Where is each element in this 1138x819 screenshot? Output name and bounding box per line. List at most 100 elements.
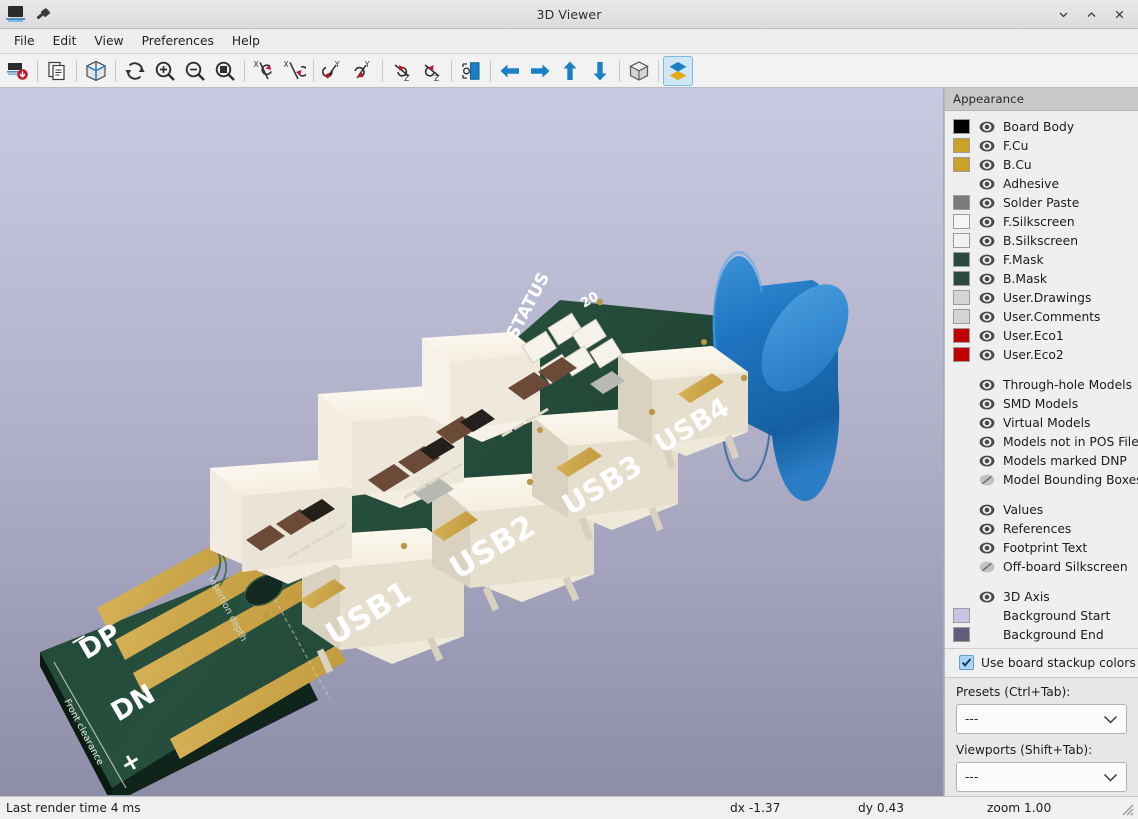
layer-color-swatch[interactable] bbox=[953, 233, 970, 248]
layer-color-swatch[interactable] bbox=[953, 252, 970, 267]
menu-edit[interactable]: Edit bbox=[44, 31, 86, 51]
rotate-x-cw-button[interactable]: X bbox=[279, 56, 309, 86]
visibility-eye-icon[interactable] bbox=[975, 120, 999, 134]
zoom-in-button[interactable] bbox=[150, 56, 180, 86]
visibility-eye-icon[interactable] bbox=[975, 253, 999, 267]
close-button[interactable] bbox=[1106, 2, 1132, 26]
rotate-x-ccw-button[interactable]: X bbox=[249, 56, 279, 86]
rotate-y-cw-button[interactable]: Y bbox=[348, 56, 378, 86]
layer-row-off-board-silkscreen[interactable]: Off-board Silkscreen bbox=[945, 557, 1138, 576]
visibility-eye-icon[interactable] bbox=[975, 397, 999, 411]
menu-view[interactable]: View bbox=[85, 31, 132, 51]
visibility-eye-icon[interactable] bbox=[975, 541, 999, 555]
layer-row-solder-paste[interactable]: Solder Paste bbox=[945, 193, 1138, 212]
refresh-button[interactable] bbox=[120, 56, 150, 86]
visibility-eye-icon[interactable] bbox=[975, 329, 999, 343]
layer-color-swatch[interactable] bbox=[953, 157, 970, 172]
layer-row-smd-models[interactable]: SMD Models bbox=[945, 394, 1138, 413]
visibility-eye-icon[interactable] bbox=[975, 378, 999, 392]
layer-row-models-not-in-pos-file[interactable]: Models not in POS File bbox=[945, 432, 1138, 451]
visibility-eye-icon[interactable] bbox=[975, 348, 999, 362]
layer-row-adhesive[interactable]: Adhesive bbox=[945, 174, 1138, 193]
layer-color-swatch[interactable] bbox=[953, 627, 970, 642]
layer-row-values[interactable]: Values bbox=[945, 500, 1138, 519]
layer-color-swatch[interactable] bbox=[953, 290, 970, 305]
zoom-out-button[interactable] bbox=[180, 56, 210, 86]
layer-color-swatch[interactable] bbox=[953, 138, 970, 153]
move-down-button[interactable] bbox=[585, 56, 615, 86]
layer-color-swatch[interactable] bbox=[953, 271, 970, 286]
minimize-button[interactable] bbox=[1050, 2, 1076, 26]
layer-color-swatch[interactable] bbox=[953, 608, 970, 623]
visibility-hidden-icon[interactable] bbox=[975, 560, 999, 574]
layer-row-board-body[interactable]: Board Body bbox=[945, 117, 1138, 136]
menu-file[interactable]: File bbox=[5, 31, 44, 51]
layer-row-background-end[interactable]: Background End bbox=[945, 625, 1138, 644]
move-left-button[interactable] bbox=[495, 56, 525, 86]
layer-row-through-hole-models[interactable]: Through-hole Models bbox=[945, 375, 1138, 394]
layer-color-swatch[interactable] bbox=[953, 347, 970, 362]
layer-row-user-eco2[interactable]: User.Eco2 bbox=[945, 345, 1138, 364]
layer-row-model-bounding-boxes[interactable]: Model Bounding Boxes bbox=[945, 470, 1138, 489]
visibility-eye-icon[interactable] bbox=[975, 522, 999, 536]
visibility-eye-icon[interactable] bbox=[975, 503, 999, 517]
visibility-eye-icon[interactable] bbox=[975, 310, 999, 324]
visibility-eye-icon[interactable] bbox=[975, 177, 999, 191]
visibility-eye-icon[interactable] bbox=[975, 215, 999, 229]
3d-viewport-canvas[interactable]: − DP DN + Front clearance Insertion dept… bbox=[0, 88, 944, 796]
layer-row-references[interactable]: References bbox=[945, 519, 1138, 538]
maximize-button[interactable] bbox=[1078, 2, 1104, 26]
layer-row-f-mask[interactable]: F.Mask bbox=[945, 250, 1138, 269]
visibility-eye-icon[interactable] bbox=[975, 454, 999, 468]
visibility-eye-icon[interactable] bbox=[975, 272, 999, 286]
use-board-stackup-colors-row[interactable]: Use board stackup colors bbox=[945, 648, 1138, 677]
visibility-eye-icon[interactable] bbox=[975, 590, 999, 604]
move-right-button[interactable] bbox=[525, 56, 555, 86]
layer-row-background-start[interactable]: Background Start bbox=[945, 606, 1138, 625]
zoom-fit-button[interactable] bbox=[210, 56, 240, 86]
layer-row-b-silkscreen[interactable]: B.Silkscreen bbox=[945, 231, 1138, 250]
visibility-eye-icon[interactable] bbox=[975, 139, 999, 153]
menu-preferences[interactable]: Preferences bbox=[133, 31, 223, 51]
visibility-eye-icon[interactable] bbox=[975, 416, 999, 430]
visibility-eye-icon[interactable] bbox=[975, 234, 999, 248]
toggle-orthographic-button[interactable] bbox=[624, 56, 654, 86]
rotate-y-ccw-button[interactable]: Y bbox=[318, 56, 348, 86]
reload-board-button[interactable] bbox=[81, 56, 111, 86]
layer-color-swatch[interactable] bbox=[953, 214, 970, 229]
layer-row-models-marked-dnp[interactable]: Models marked DNP bbox=[945, 451, 1138, 470]
layer-row-user-comments[interactable]: User.Comments bbox=[945, 307, 1138, 326]
flip-board-button[interactable] bbox=[456, 56, 486, 86]
layer-row-user-drawings[interactable]: User.Drawings bbox=[945, 288, 1138, 307]
visibility-hidden-icon[interactable] bbox=[975, 473, 999, 487]
visibility-eye-icon[interactable] bbox=[975, 435, 999, 449]
use-stackup-checkbox[interactable] bbox=[959, 655, 974, 670]
layer-row-f-cu[interactable]: F.Cu bbox=[945, 136, 1138, 155]
visibility-eye-icon[interactable] bbox=[975, 158, 999, 172]
viewports-select[interactable]: --- bbox=[956, 762, 1127, 792]
layer-row-f-silkscreen[interactable]: F.Silkscreen bbox=[945, 212, 1138, 231]
layer-row-footprint-text[interactable]: Footprint Text bbox=[945, 538, 1138, 557]
toggle-layers-button[interactable] bbox=[663, 55, 693, 86]
layer-row-b-cu[interactable]: B.Cu bbox=[945, 155, 1138, 174]
layer-row-user-eco1[interactable]: User.Eco1 bbox=[945, 326, 1138, 345]
pin-icon[interactable] bbox=[34, 6, 50, 22]
copy-to-clipboard-button[interactable] bbox=[42, 56, 72, 86]
resize-grip[interactable] bbox=[1118, 800, 1134, 816]
menu-help[interactable]: Help bbox=[223, 31, 269, 51]
move-up-button[interactable] bbox=[555, 56, 585, 86]
export-image-button[interactable] bbox=[3, 56, 33, 86]
rotate-z-cw-button[interactable]: Z bbox=[417, 56, 447, 86]
layer-row-b-mask[interactable]: B.Mask bbox=[945, 269, 1138, 288]
visibility-eye-icon[interactable] bbox=[975, 196, 999, 210]
layer-color-swatch[interactable] bbox=[953, 309, 970, 324]
visibility-eye-icon[interactable] bbox=[975, 291, 999, 305]
presets-select[interactable]: --- bbox=[956, 704, 1127, 734]
layer-color-swatch[interactable] bbox=[953, 195, 970, 210]
rotate-z-ccw-button[interactable]: Z bbox=[387, 56, 417, 86]
layer-color-swatch[interactable] bbox=[953, 328, 970, 343]
layer-row-virtual-models[interactable]: Virtual Models bbox=[945, 413, 1138, 432]
layer-color-swatch[interactable] bbox=[953, 119, 970, 134]
layer-row-3d-axis[interactable]: 3D Axis bbox=[945, 587, 1138, 606]
